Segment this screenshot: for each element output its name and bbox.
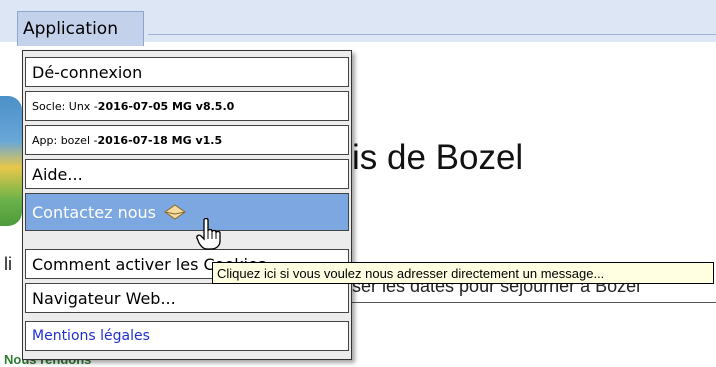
menu-item-version: 2016-07-18 MG v1.5 — [97, 133, 223, 147]
menu-item-contactez-nous[interactable]: Contactez nous — [25, 193, 349, 231]
menu-item-aide[interactable]: Aide... — [25, 159, 349, 189]
envelope-icon — [164, 204, 186, 220]
menu-item-prefix: Socle: Unx - — [32, 99, 98, 113]
horizontal-rule — [344, 302, 716, 303]
menubar-divider — [148, 34, 716, 35]
hand-cursor-icon — [196, 217, 222, 254]
page-title: is de Bozel — [352, 138, 524, 177]
menu-item-label: Contactez nous — [32, 202, 156, 222]
menu-item-version: 2016-07-05 MG v8.5.0 — [97, 99, 235, 113]
menu-item-label: Navigateur Web... — [32, 288, 176, 308]
contact-tooltip: Cliquez ici si vous voulez nous adresser… — [212, 262, 714, 284]
menu-item-socle-version[interactable]: Socle: Unx - 2016-07-05 MG v8.5.0 — [25, 91, 349, 121]
menu-item-app-version[interactable]: App: bozel - 2016-07-18 MG v1.5 — [25, 125, 349, 155]
menu-item-deconnexion[interactable]: Dé-connexion — [25, 57, 349, 87]
menu-item-mentions-legales[interactable]: Mentions légales — [25, 321, 349, 351]
page-text-left: li — [4, 254, 12, 274]
menu-item-navigateur[interactable]: Navigateur Web... — [25, 283, 349, 313]
menu-item-label: Dé-connexion — [32, 62, 143, 82]
menu-item-label: Mentions légales — [32, 328, 150, 344]
application-menu-label: Application — [23, 19, 118, 39]
menu-item-label: Aide... — [32, 164, 83, 184]
menu-item-prefix: App: bozel - — [32, 133, 98, 147]
tooltip-text: Cliquez ici si vous voulez nous adresser… — [217, 265, 605, 281]
application-dropdown-menu: Dé-connexion Socle: Unx - 2016-07-05 MG … — [22, 50, 352, 360]
site-logo — [0, 96, 22, 226]
